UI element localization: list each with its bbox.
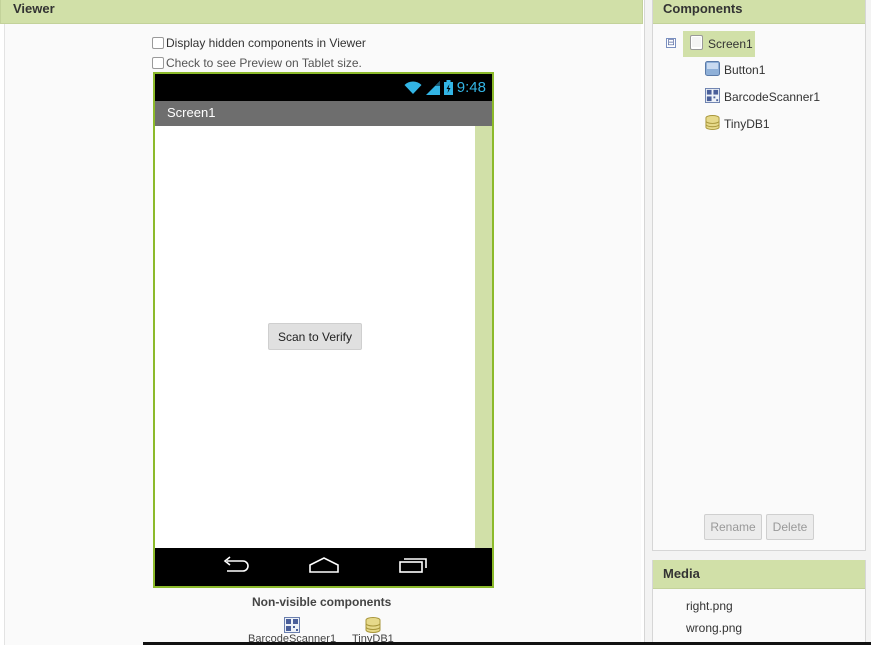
- viewer-panel: Viewer Display hidden components in View…: [0, 0, 645, 645]
- show-hidden-checkbox-row[interactable]: Display hidden components in Viewer: [152, 36, 366, 50]
- button-icon: [705, 61, 720, 79]
- scan-to-verify-button[interactable]: Scan to Verify: [268, 323, 362, 350]
- screen-content: Scan to Verify: [155, 126, 475, 548]
- barcode-scanner-icon: [248, 617, 336, 633]
- signal-icon: [425, 80, 440, 95]
- wifi-icon: [404, 80, 422, 95]
- tree-item-label: Button1: [724, 63, 766, 77]
- app-inventor-designer: Viewer Display hidden components in View…: [0, 0, 871, 645]
- battery-icon: [443, 80, 453, 95]
- tree-item-button1[interactable]: Button1: [705, 61, 765, 79]
- database-icon: [705, 115, 720, 133]
- show-hidden-label: Display hidden components in Viewer: [166, 36, 366, 50]
- show-hidden-checkbox[interactable]: [152, 37, 164, 49]
- screen-title-bar: Screen1: [155, 101, 492, 126]
- barcode-scanner-icon: [705, 88, 720, 106]
- tree-item-label: BarcodeScanner1: [724, 90, 821, 104]
- components-panel: Components ⊟ Screen1 Button1 BarcodeScan…: [652, 0, 866, 551]
- database-icon: [352, 617, 394, 633]
- status-bar: 9:48: [155, 74, 492, 101]
- tree-collapse-icon[interactable]: ⊟: [666, 38, 676, 48]
- nonvisible-title: Non-visible components: [252, 595, 392, 609]
- tablet-preview-checkbox-row[interactable]: Check to see Preview on Tablet size.: [152, 56, 362, 70]
- tree-item-screen1[interactable]: Screen1: [683, 31, 755, 57]
- media-item[interactable]: wrong.png: [686, 621, 742, 635]
- recent-apps-icon[interactable]: [398, 557, 427, 578]
- android-nav-bar: [155, 548, 492, 586]
- tablet-preview-label: Check to see Preview on Tablet size.: [166, 56, 362, 70]
- tree-item-label: Screen1: [708, 37, 753, 51]
- phone-preview: 9:48 Screen1 Scan to Verify: [153, 72, 494, 588]
- screen-scroll-strip: [475, 126, 492, 548]
- viewer-header: Viewer: [0, 0, 643, 24]
- components-header: Components: [653, 0, 865, 24]
- rename-button[interactable]: Rename: [704, 514, 762, 540]
- tree-item-tinydb1[interactable]: TinyDB1: [705, 115, 770, 133]
- tree-item-label: TinyDB1: [724, 117, 770, 131]
- clock-time: 9:48: [456, 79, 486, 96]
- delete-button[interactable]: Delete: [766, 514, 814, 540]
- nonvisible-barcode-scanner[interactable]: BarcodeScanner1: [248, 617, 336, 645]
- media-item[interactable]: right.png: [686, 599, 733, 613]
- tree-item-barcodescanner1[interactable]: BarcodeScanner1: [705, 88, 820, 106]
- home-icon[interactable]: [308, 556, 339, 578]
- media-header: Media: [653, 560, 865, 589]
- back-icon[interactable]: [221, 555, 249, 579]
- tablet-preview-checkbox[interactable]: [152, 57, 164, 69]
- media-panel: Media right.png wrong.png: [652, 560, 866, 645]
- nonvisible-tinydb[interactable]: TinyDB1: [352, 617, 394, 645]
- screen-icon: [689, 35, 704, 53]
